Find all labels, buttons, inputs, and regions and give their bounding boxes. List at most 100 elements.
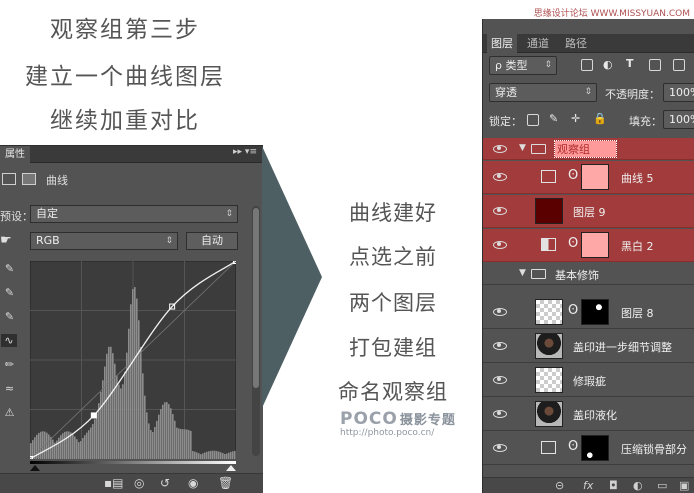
mask-icon[interactable] bbox=[22, 173, 36, 185]
channel-select[interactable]: RGB ⇕ bbox=[30, 232, 178, 250]
middle-text-4: 打包建组 bbox=[349, 336, 437, 360]
layer-thumbnail[interactable] bbox=[535, 367, 563, 393]
properties-scrollbar[interactable] bbox=[252, 206, 260, 456]
reset-icon[interactable]: ↺ bbox=[160, 476, 170, 490]
panel-menu-icon[interactable]: ▸▸ ▾≡ bbox=[233, 147, 257, 157]
visibility-eye-icon[interactable] bbox=[493, 444, 507, 452]
poco-brand: POCO bbox=[340, 409, 398, 429]
eyedropper-black-icon[interactable]: ✎ bbox=[3, 262, 16, 275]
expand-triangle-icon[interactable]: ▼ bbox=[519, 143, 526, 153]
auto-button[interactable]: 自动 bbox=[186, 232, 238, 250]
layer-thumbnail[interactable] bbox=[535, 299, 563, 325]
layer-thumbnail[interactable] bbox=[535, 333, 563, 359]
eyedropper-white-icon[interactable]: ✎ bbox=[3, 310, 16, 323]
layer-mask-thumbnail[interactable] bbox=[581, 164, 609, 190]
tab-paths[interactable]: 路径 bbox=[561, 34, 591, 53]
lock-transparent-icon[interactable] bbox=[527, 114, 539, 126]
layer-thumbnail[interactable] bbox=[535, 401, 563, 427]
link-chain-icon: ʘ bbox=[568, 439, 579, 454]
lock-all-icon[interactable]: 🔒 bbox=[593, 112, 607, 125]
preset-select[interactable]: 自定 ⇕ bbox=[30, 205, 238, 223]
layer-name: 压缩锁骨部分 bbox=[621, 443, 687, 456]
curve-point-tool-icon[interactable]: ∿ bbox=[1, 334, 17, 347]
layer-name: 修瑕疵 bbox=[573, 375, 606, 388]
view-previous-icon[interactable]: ◎ bbox=[134, 476, 144, 490]
layer-bw-2[interactable]: ʘ 黑白 2 bbox=[483, 229, 694, 262]
layer-thumbnail[interactable] bbox=[535, 198, 563, 224]
layer-mask-thumbnail[interactable] bbox=[581, 232, 609, 258]
folder-icon bbox=[531, 269, 546, 279]
layer-stamp-liquify[interactable]: 盖印液化 bbox=[483, 398, 694, 431]
clipping-warning-icon[interactable]: ⚠ bbox=[3, 406, 16, 419]
clip-to-layer-icon[interactable]: ▪▤ bbox=[104, 476, 123, 490]
visibility-eye-icon[interactable] bbox=[493, 410, 507, 418]
layer-name: 曲线 5 bbox=[621, 172, 654, 185]
filter-shape-icon[interactable] bbox=[649, 59, 661, 71]
properties-panel: 属性 ▸▸ ▾≡ 曲线 预设： 自定 ⇕ ☛ RGB ⇕ 自动 ✎ ✎ ✎ ∿ ✏ … bbox=[0, 145, 263, 493]
fill-input[interactable]: 100% bbox=[663, 110, 694, 129]
layer-name: 图层 9 bbox=[573, 206, 606, 219]
filter-smart-icon[interactable] bbox=[673, 59, 685, 71]
link-layers-icon[interactable]: ⊝ bbox=[555, 479, 564, 492]
layer-group-basic[interactable]: ▼ 基本修饰 bbox=[483, 263, 694, 285]
curve-control-point[interactable] bbox=[90, 412, 97, 419]
new-group-icon[interactable]: ▭ bbox=[657, 479, 667, 492]
visibility-eye-icon[interactable] bbox=[493, 342, 507, 350]
poco-brand-zh: 摄影专题 bbox=[399, 413, 456, 428]
tab-channels[interactable]: 通道 bbox=[523, 34, 553, 53]
tab-layers[interactable]: 图层 bbox=[487, 34, 517, 53]
smooth-icon[interactable]: ≈ bbox=[3, 382, 16, 395]
new-layer-icon[interactable]: ▣ bbox=[679, 479, 689, 492]
fx-icon[interactable]: fx bbox=[583, 479, 593, 492]
new-adjustment-icon[interactable]: ◐ bbox=[633, 479, 643, 492]
filter-adjustment-icon[interactable]: ◐ bbox=[603, 58, 613, 71]
layer-name-input[interactable]: 观察组 bbox=[554, 140, 617, 158]
layer-9[interactable]: 图层 9 bbox=[483, 195, 694, 228]
folder-icon bbox=[531, 144, 546, 154]
input-gradient-bar bbox=[30, 461, 236, 471]
link-chain-icon: ʘ bbox=[568, 168, 579, 183]
middle-text-3: 两个图层 bbox=[349, 291, 437, 315]
opacity-input[interactable]: 100% bbox=[663, 83, 694, 102]
filter-pixel-icon[interactable] bbox=[581, 59, 593, 71]
lock-position-icon[interactable]: ✛ bbox=[571, 112, 580, 125]
hand-tool-icon[interactable]: ☛ bbox=[0, 233, 12, 248]
white-point-slider[interactable] bbox=[226, 465, 236, 471]
bw-adjust-icon bbox=[541, 238, 556, 251]
layer-mask-thumbnail[interactable] bbox=[581, 299, 609, 325]
link-chain-icon: ʘ bbox=[568, 303, 579, 318]
layer-name: 基本修饰 bbox=[555, 269, 599, 282]
visibility-eye-icon[interactable] bbox=[493, 144, 507, 153]
visibility-eye-icon[interactable] bbox=[493, 173, 507, 181]
layer-stamp-detail[interactable]: 盖印进一步细节调整 bbox=[483, 330, 694, 363]
filter-kind-select[interactable]: ρ 类型 ⇕ bbox=[489, 56, 557, 75]
visibility-eye-icon[interactable] bbox=[493, 241, 507, 249]
layer-group-observe[interactable]: ▼ 观察组 bbox=[483, 138, 694, 160]
add-mask-icon[interactable]: ◘ bbox=[609, 479, 618, 492]
pencil-icon[interactable]: ✏ bbox=[3, 358, 16, 371]
delete-icon[interactable]: 🗑 bbox=[218, 476, 233, 490]
watermark: 思缘设计论坛 WWW.MISSYUAN.COM bbox=[533, 9, 690, 19]
heading-line-2: 建立一个曲线图层 bbox=[25, 64, 225, 90]
layer-8[interactable]: ʘ 图层 8 bbox=[483, 296, 694, 329]
layer-compress-collarbone[interactable]: ʘ 压缩锁骨部分 bbox=[483, 432, 694, 465]
tab-properties[interactable]: 属性 bbox=[0, 146, 30, 163]
visibility-eye-icon[interactable] bbox=[493, 308, 507, 316]
visibility-eye-icon[interactable] bbox=[493, 207, 507, 215]
layer-mask-thumbnail[interactable] bbox=[581, 435, 609, 461]
layer-fix-blemish[interactable]: 修瑕疵 bbox=[483, 364, 694, 397]
visibility-eye-icon[interactable] bbox=[493, 376, 507, 384]
visibility-eye-icon[interactable]: ◉ bbox=[188, 476, 198, 490]
layer-curves-5[interactable]: ʘ 曲线 5 bbox=[483, 161, 694, 194]
eyedropper-gray-icon[interactable]: ✎ bbox=[3, 286, 16, 299]
flow-arrow bbox=[262, 146, 322, 408]
expand-triangle-icon[interactable]: ▼ bbox=[519, 268, 526, 278]
lock-image-icon[interactable]: ✎ bbox=[549, 112, 558, 125]
link-chain-icon: ʘ bbox=[568, 236, 579, 251]
curves-graph[interactable] bbox=[30, 261, 236, 459]
layer-name: 盖印进一步细节调整 bbox=[573, 341, 672, 354]
blend-mode-select[interactable]: 穿透 ⇕ bbox=[489, 83, 597, 102]
black-point-slider[interactable] bbox=[30, 465, 40, 471]
filter-type-icon[interactable]: T bbox=[626, 57, 634, 70]
layer-name: 黑白 2 bbox=[621, 240, 654, 253]
